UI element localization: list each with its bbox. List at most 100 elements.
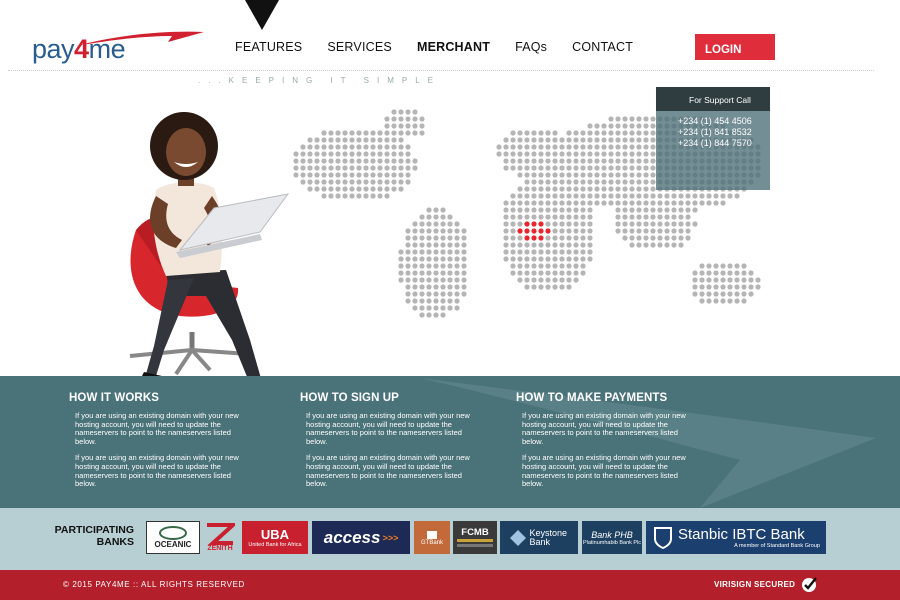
map-dot — [426, 291, 432, 297]
map-dot — [657, 200, 663, 206]
nav-merchant[interactable]: MERCHANT — [417, 40, 490, 54]
map-dot — [454, 305, 460, 311]
map-dot — [342, 165, 348, 171]
map-dot — [594, 200, 600, 206]
map-dot — [531, 144, 537, 150]
map-dot — [412, 123, 418, 129]
oceanic-emblem-icon — [159, 526, 187, 540]
map-dot — [447, 256, 453, 262]
map-dot — [356, 172, 362, 178]
map-dot — [671, 221, 677, 227]
map-dot — [734, 270, 740, 276]
map-dot — [412, 249, 418, 255]
map-dot — [699, 270, 705, 276]
access-bank-logo[interactable]: access >>> — [312, 521, 410, 554]
map-dot — [734, 277, 740, 283]
map-dot — [426, 305, 432, 311]
map-dot — [580, 249, 586, 255]
map-dot — [384, 186, 390, 192]
oceanic-bank-logo[interactable]: OCEANIC — [146, 521, 200, 554]
map-dot — [405, 235, 411, 241]
map-dot — [433, 312, 439, 318]
map-dot — [727, 193, 733, 199]
map-dot — [440, 298, 446, 304]
nav-contact[interactable]: CONTACT — [572, 40, 633, 54]
map-dot — [531, 179, 537, 185]
map-dot — [566, 193, 572, 199]
map-dot — [510, 207, 516, 213]
map-dot — [531, 256, 537, 262]
map-dot — [384, 165, 390, 171]
map-dot — [510, 256, 516, 262]
support-number[interactable]: +234 (1) 454 4506 — [678, 116, 770, 127]
map-dot — [713, 277, 719, 283]
zenith-bank-logo[interactable]: ZENITH — [202, 521, 238, 554]
map-dot — [538, 284, 544, 290]
map-dot — [377, 172, 383, 178]
map-dot — [342, 186, 348, 192]
map-dot — [573, 172, 579, 178]
map-dot — [391, 123, 397, 129]
map-dot — [503, 242, 509, 248]
map-dot — [531, 158, 537, 164]
map-dot — [699, 291, 705, 297]
map-dot — [328, 193, 334, 199]
bank-phb-logo[interactable]: Bank PHB Platinumhabib Bank Plc — [582, 521, 642, 554]
support-number[interactable]: +234 (1) 841 8532 — [678, 127, 770, 138]
map-dot — [636, 130, 642, 136]
map-dot — [419, 298, 425, 304]
map-dot — [524, 270, 530, 276]
map-dot — [531, 130, 537, 136]
map-dot — [503, 158, 509, 164]
map-dot — [412, 158, 418, 164]
map-dot — [566, 284, 572, 290]
map-dot — [615, 228, 621, 234]
map-dot — [307, 144, 313, 150]
map-dot — [601, 179, 607, 185]
keystone-bank-logo[interactable]: Keystone Bank — [500, 521, 578, 554]
nav-features[interactable]: FEATURES — [235, 40, 302, 54]
verisign-badge-text[interactable]: VIRISIGN SECURED — [714, 580, 795, 589]
map-dot — [643, 179, 649, 185]
map-dot — [538, 214, 544, 220]
map-dot — [580, 137, 586, 143]
nigeria-highlight-icon — [531, 221, 537, 227]
stanbic-ibtc-logo[interactable]: Stanbic IBTC Bank A member of Standard B… — [646, 521, 826, 554]
map-dot — [545, 130, 551, 136]
uba-logo[interactable]: UBA United Bank for Africa — [242, 521, 308, 554]
map-dot — [384, 179, 390, 185]
login-button[interactable]: LOGIN — [695, 34, 775, 60]
map-dot — [426, 235, 432, 241]
map-dot — [580, 207, 586, 213]
map-dot — [545, 200, 551, 206]
map-dot — [433, 235, 439, 241]
pay4me-logo[interactable]: pay4me — [32, 28, 204, 68]
map-dot — [650, 221, 656, 227]
map-dot — [447, 277, 453, 283]
nigeria-highlight-icon — [538, 221, 544, 227]
map-dot — [587, 151, 593, 157]
map-dot — [685, 207, 691, 213]
map-dot — [405, 249, 411, 255]
map-dot — [405, 116, 411, 122]
map-dot — [377, 193, 383, 199]
map-dot — [496, 144, 502, 150]
map-dot — [447, 242, 453, 248]
map-dot — [349, 172, 355, 178]
map-dot — [384, 116, 390, 122]
map-dot — [748, 284, 754, 290]
support-number[interactable]: +234 (1) 844 7570 — [678, 138, 770, 149]
map-dot — [377, 130, 383, 136]
nav-faqs[interactable]: FAQs — [515, 40, 547, 54]
map-dot — [685, 221, 691, 227]
map-dot — [419, 305, 425, 311]
map-dot — [545, 137, 551, 143]
uba-name: UBA — [260, 527, 290, 542]
fcmb-logo[interactable]: FCMB — [453, 521, 497, 554]
map-dot — [370, 137, 376, 143]
gtbank-logo[interactable]: GTBank — [414, 521, 450, 554]
nav-services[interactable]: SERVICES — [327, 40, 392, 54]
map-dot — [629, 144, 635, 150]
map-dot — [370, 144, 376, 150]
map-dot — [524, 130, 530, 136]
